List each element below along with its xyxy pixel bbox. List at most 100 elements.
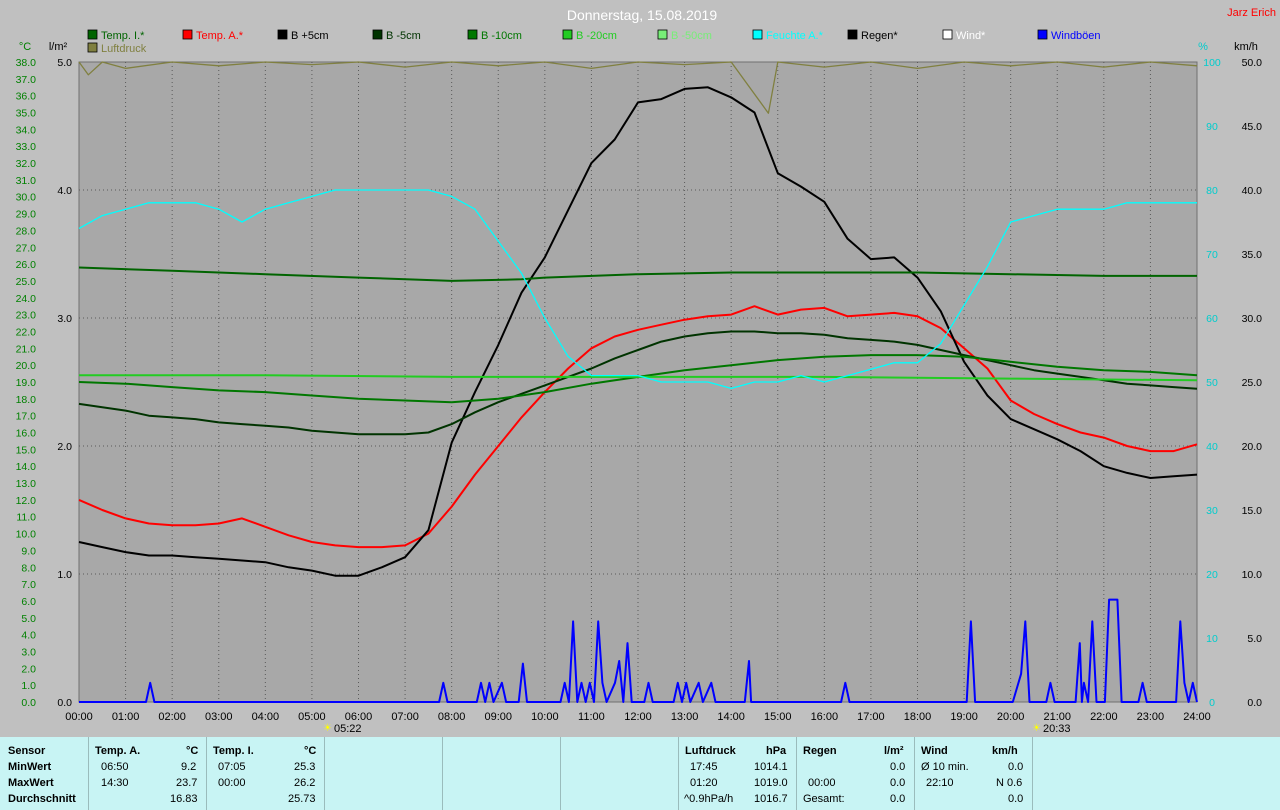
- rain-unit: l/m²: [884, 745, 904, 757]
- statistics-panel: Sensor MinWert MaxWert Durchschnitt Temp…: [0, 737, 1280, 810]
- rain-tick-label: 0.0: [57, 697, 72, 709]
- x-tick-label: 21:00: [1043, 711, 1071, 723]
- rain-total-label: Gesamt:: [803, 793, 845, 805]
- temp-i-min-value: 25.3: [294, 761, 316, 773]
- temp-tick-label: 32.0: [16, 158, 37, 170]
- wind-tick-label: 25.0: [1242, 377, 1263, 389]
- legend-swatch: [942, 29, 953, 40]
- temp-tick-label: 37.0: [16, 74, 37, 86]
- humidity-tick-label: 20: [1206, 569, 1218, 581]
- temp-tick-label: 33.0: [16, 141, 37, 153]
- x-tick-label: 24:00: [1183, 711, 1211, 723]
- wind-unit: km/h: [992, 745, 1018, 757]
- temp-a-min-time: 06:50: [101, 761, 129, 773]
- x-tick-label: 17:00: [857, 711, 885, 723]
- x-tick-label: 14:00: [717, 711, 745, 723]
- humidity-tick-label: 60: [1206, 313, 1218, 325]
- humidity-tick-label: 40: [1206, 441, 1218, 453]
- temp-tick-label: 34.0: [16, 124, 37, 136]
- x-tick-label: 20:00: [997, 711, 1025, 723]
- max-row-label: MaxWert: [8, 777, 54, 789]
- temp-tick-label: 2.0: [21, 663, 36, 675]
- humidity-tick-label: 30: [1206, 505, 1218, 517]
- temp-unit-label: °C: [19, 41, 31, 53]
- temp-tick-label: 16.0: [16, 428, 37, 440]
- temp-tick-label: 17.0: [16, 411, 37, 423]
- temp-tick-label: 19.0: [16, 377, 37, 389]
- temp-tick-label: 5.0: [21, 613, 36, 625]
- temp-tick-label: 14.0: [16, 461, 37, 473]
- x-tick-label: 00:00: [65, 711, 93, 723]
- temp-i-unit: °C: [304, 745, 317, 757]
- rain-max-value: 0.0: [890, 777, 906, 789]
- pressure-min-value: 1014.1: [754, 761, 788, 773]
- temp-tick-label: 12.0: [16, 495, 37, 507]
- sunset-time: 20:33: [1043, 723, 1071, 735]
- temp-tick-label: 3.0: [21, 646, 36, 658]
- min-row-label: MinWert: [8, 761, 52, 773]
- legend-swatch: [372, 29, 383, 40]
- temp-a-avg: 16.83: [170, 793, 198, 805]
- wind-tick-label: 15.0: [1242, 505, 1263, 517]
- legend-swatch: [87, 42, 98, 53]
- wind-tick-label: 10.0: [1242, 569, 1263, 581]
- temp-i-avg: 25.73: [288, 793, 316, 805]
- temp-tick-label: 4.0: [21, 630, 36, 642]
- x-tick-label: 18:00: [904, 711, 932, 723]
- temp-tick-label: 36.0: [16, 91, 37, 103]
- pressure-max-value: 1019.0: [754, 777, 788, 789]
- sunset-icon: ☀: [1032, 723, 1041, 734]
- wind-tick-label: 45.0: [1242, 121, 1263, 133]
- temp-tick-label: 27.0: [16, 242, 37, 254]
- sunrise-time: 05:22: [334, 723, 362, 735]
- legend-swatch: [657, 29, 668, 40]
- rain-min-value: 0.0: [890, 761, 906, 773]
- rain-unit-label: l/m²: [49, 41, 68, 53]
- legend-label: B -5cm: [386, 30, 421, 42]
- legend-label: Windböen: [1051, 30, 1101, 42]
- humidity-unit-label: %: [1198, 41, 1208, 53]
- sensor-header: Sensor: [8, 745, 46, 757]
- x-tick-label: 12:00: [624, 711, 652, 723]
- x-tick-label: 03:00: [205, 711, 233, 723]
- legend-label: B -50cm: [671, 30, 712, 42]
- legend-swatch: [277, 29, 288, 40]
- legend-label: Regen*: [861, 30, 898, 42]
- chart-title: Donnerstag, 15.08.2019: [567, 7, 717, 23]
- x-tick-label: 23:00: [1137, 711, 1165, 723]
- temp-a-min-value: 9.2: [181, 761, 197, 773]
- author-label: Jarz Erich: [1227, 7, 1276, 19]
- temp-tick-label: 13.0: [16, 478, 37, 490]
- rain-tick-label: 1.0: [57, 569, 72, 581]
- temp-tick-label: 20.0: [16, 360, 37, 372]
- rain-tick-label: 2.0: [57, 441, 72, 453]
- wind-avg2: 0.0: [1008, 793, 1024, 805]
- humidity-tick-label: 10: [1206, 633, 1218, 645]
- rain-total: 0.0: [890, 793, 906, 805]
- humidity-tick-label: 90: [1206, 121, 1218, 133]
- wind-avg-value: 0.0: [1008, 761, 1024, 773]
- wind-header: Wind: [921, 745, 948, 757]
- legend-label: Luftdruck: [101, 43, 147, 55]
- humidity-tick-label: 70: [1206, 249, 1218, 261]
- x-tick-label: 16:00: [811, 711, 839, 723]
- pressure-min-time: 17:45: [690, 761, 718, 773]
- x-tick-label: 01:00: [112, 711, 140, 723]
- pressure-max-time: 01:20: [690, 777, 718, 789]
- temp-tick-label: 31.0: [16, 175, 37, 187]
- legend-swatch: [1037, 29, 1048, 40]
- x-tick-label: 06:00: [345, 711, 373, 723]
- temp-tick-label: 25.0: [16, 276, 37, 288]
- wind-tick-label: 5.0: [1247, 633, 1262, 645]
- x-tick-label: 11:00: [578, 711, 605, 723]
- temp-tick-label: 21.0: [16, 343, 37, 355]
- chart-legend: Temp. I.* Temp. A.* B +5cm B -5cm B -10cm B -…: [87, 29, 1101, 55]
- temp-tick-label: 10.0: [16, 529, 37, 541]
- pressure-trend: ^0.9hPa/h: [684, 793, 734, 805]
- sunrise-marker: ☀ 05:22: [323, 723, 362, 735]
- temp-tick-label: 9.0: [21, 545, 36, 557]
- temp-tick-label: 28.0: [16, 225, 37, 237]
- temp-tick-label: 35.0: [16, 108, 37, 120]
- wind-tick-label: 30.0: [1242, 313, 1263, 325]
- rain-tick-label: 4.0: [57, 185, 72, 197]
